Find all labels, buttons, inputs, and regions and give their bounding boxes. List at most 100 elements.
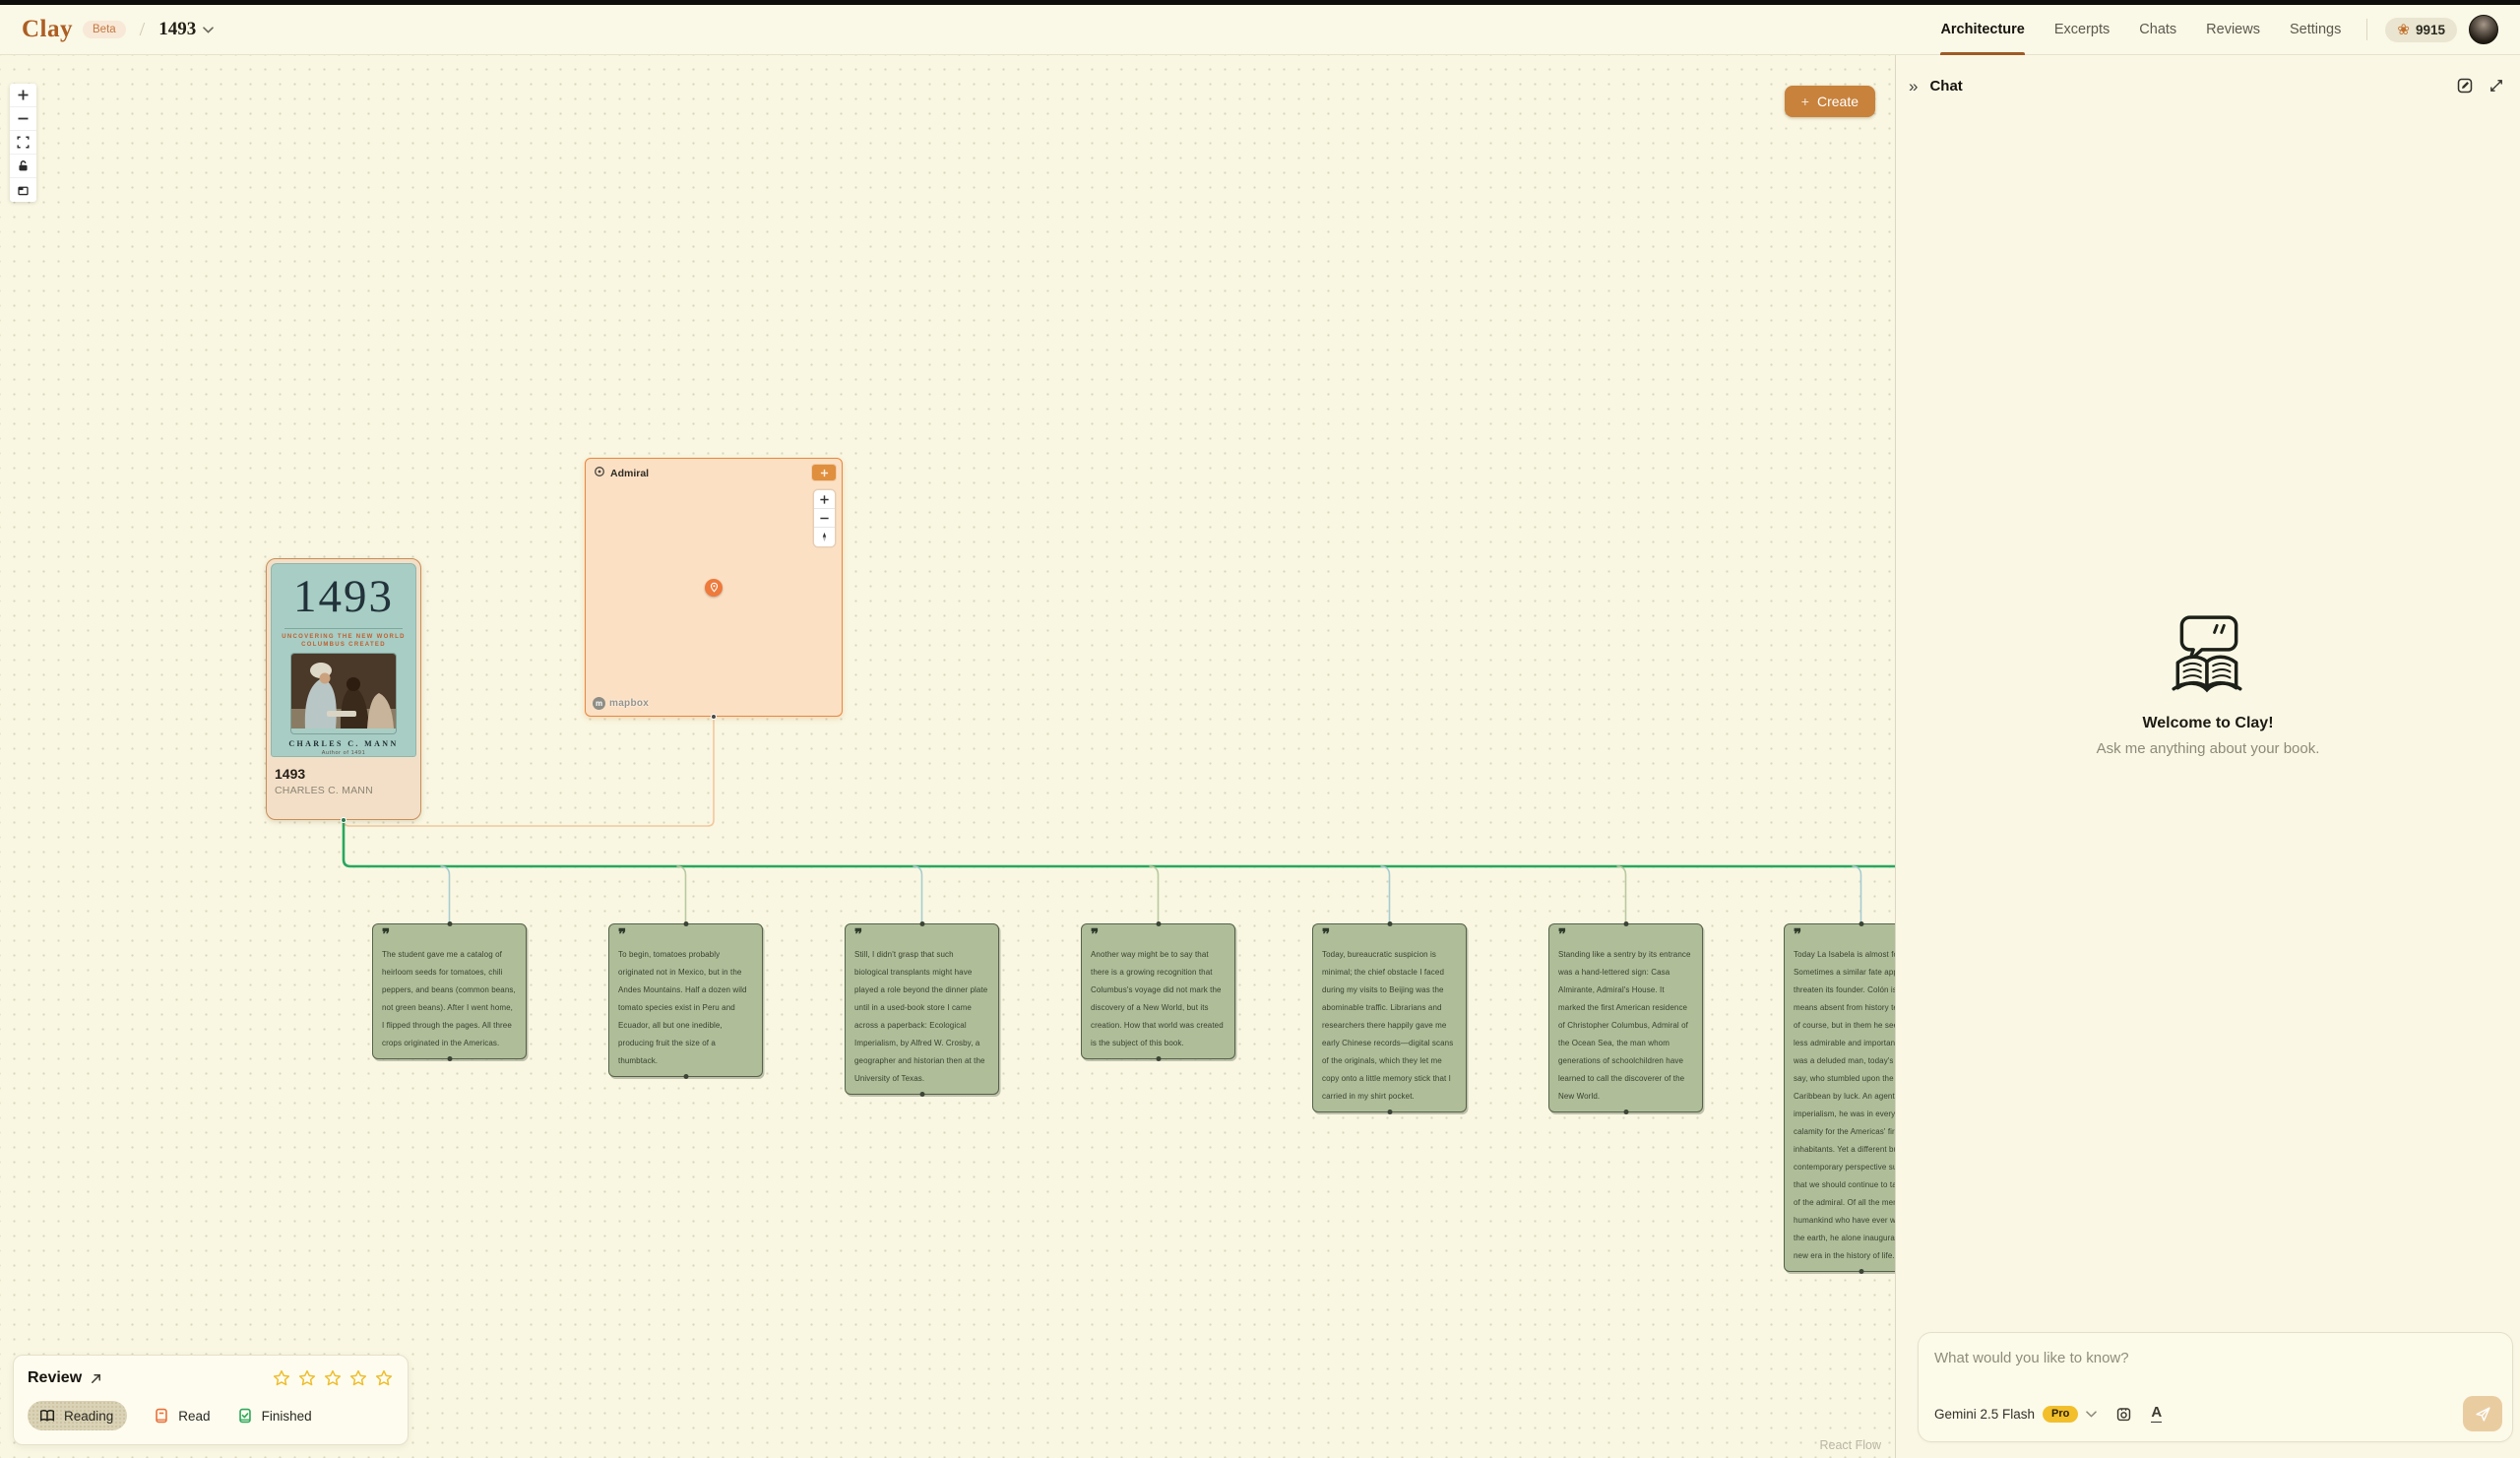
chat-input[interactable] xyxy=(1924,1341,2506,1374)
credits-badge[interactable]: ❀ 9915 xyxy=(2385,18,2457,42)
open-book-icon xyxy=(38,1407,56,1425)
status-read-button[interactable]: Read xyxy=(153,1407,210,1425)
book-cover-title: 1493 xyxy=(293,574,394,620)
book-node-title: 1493 xyxy=(275,766,412,782)
chat-input-box: Gemini 2.5 Flash Pro A xyxy=(1918,1332,2513,1442)
tab-architecture[interactable]: Architecture xyxy=(1940,5,2024,54)
tab-chats[interactable]: Chats xyxy=(2139,5,2176,54)
book-cover: 1493 UNCOVERING THE NEW WORLD COLUMBUS C… xyxy=(271,563,416,757)
model-pro-badge: Pro xyxy=(2043,1406,2078,1423)
edge-to-quote-2 xyxy=(677,866,686,923)
map-node-admiral[interactable]: Admiral m mapbox xyxy=(585,458,843,717)
edge-book-trunk xyxy=(344,819,1896,866)
external-link-icon[interactable] xyxy=(90,1372,102,1385)
map-zoom-out-button[interactable] xyxy=(814,509,835,528)
fit-view-button[interactable] xyxy=(10,131,36,155)
map-node-label: Admiral xyxy=(610,468,649,479)
mapbox-logo-icon: m xyxy=(593,697,605,710)
model-name: Gemini 2.5 Flash xyxy=(1934,1407,2035,1422)
quote-icon: ❞ xyxy=(1091,930,1226,941)
edge-to-quote-3 xyxy=(914,866,922,923)
book-cover-painting xyxy=(291,654,396,733)
main-nav: Architecture Excerpts Chats Reviews Sett… xyxy=(1940,5,2341,54)
quote-icon: ❞ xyxy=(382,930,517,941)
quote-node[interactable]: ❞Another way might be to say that there … xyxy=(1081,923,1235,1059)
minimap-button[interactable] xyxy=(10,178,36,202)
star-icon[interactable] xyxy=(374,1368,394,1388)
edge-to-quote-4 xyxy=(1150,866,1159,923)
app-header: Clay Beta / 1493 Architecture Excerpts C… xyxy=(0,5,2520,55)
quote-text: The student gave me a catalog of heirloo… xyxy=(382,950,516,1047)
location-target-icon xyxy=(594,466,605,480)
breadcrumb-book-title: 1493 xyxy=(158,19,196,40)
send-icon xyxy=(2475,1406,2491,1423)
map-compass-button[interactable] xyxy=(814,528,835,546)
quote-icon: ❞ xyxy=(618,930,753,941)
cover-divider xyxy=(284,628,403,629)
welcome-title: Welcome to Clay! xyxy=(2142,715,2273,732)
map-node-handle[interactable] xyxy=(711,714,717,720)
plus-icon: + xyxy=(1801,94,1809,109)
send-button[interactable] xyxy=(2463,1396,2502,1431)
book-cover-subtitle: UNCOVERING THE NEW WORLD COLUMBUS CREATE… xyxy=(282,633,406,649)
text-style-icon[interactable]: A xyxy=(2151,1405,2162,1423)
status-reading-label: Reading xyxy=(64,1409,113,1424)
quote-node[interactable]: ❞ Today La Isabela is almost forgotten. S… xyxy=(1784,923,1896,1272)
header-divider xyxy=(2366,19,2367,40)
zoom-out-button[interactable] xyxy=(10,107,36,131)
clay-logo[interactable]: Clay xyxy=(22,16,73,43)
react-flow-attribution[interactable]: React Flow xyxy=(1819,1438,1881,1452)
zoom-in-button[interactable] xyxy=(10,84,36,107)
collapse-panel-icon[interactable]: » xyxy=(1909,78,1918,95)
tab-settings[interactable]: Settings xyxy=(2290,5,2341,54)
map-zoom-in-button[interactable] xyxy=(814,490,835,509)
quote-text: Standing like a sentry by its entrance w… xyxy=(1558,950,1691,1101)
book-minus-icon xyxy=(153,1407,170,1425)
map-pin-marker[interactable] xyxy=(705,579,723,597)
tab-excerpts[interactable]: Excerpts xyxy=(2054,5,2110,54)
quote-icon: ❞ xyxy=(1794,930,1896,941)
flow-canvas[interactable]: + Create Admiral xyxy=(0,55,1896,1458)
book-cover-note: Author of 1491 xyxy=(322,750,365,756)
star-rating xyxy=(272,1368,394,1388)
status-finished-label: Finished xyxy=(262,1409,312,1424)
quote-icon: ❞ xyxy=(854,930,989,941)
quote-node[interactable]: ❞Today, bureaucratic suspicion is minima… xyxy=(1312,923,1467,1112)
review-panel: Review Reading Read xyxy=(13,1355,409,1445)
quote-node[interactable]: ❞Still, I didn't grasp that such biologi… xyxy=(845,923,999,1095)
mapbox-attribution[interactable]: m mapbox xyxy=(593,697,649,710)
new-chat-icon[interactable] xyxy=(2456,77,2474,95)
canvas-controls xyxy=(10,84,36,202)
expand-panel-icon[interactable] xyxy=(2488,78,2504,94)
node-expand-button[interactable] xyxy=(811,464,837,481)
edge-to-quote-7 xyxy=(1853,866,1861,923)
book-node-handle[interactable] xyxy=(341,817,346,823)
book-chat-illustration xyxy=(2159,612,2257,699)
quote-node[interactable]: ❞ Standing like a sentry by its entrance … xyxy=(1548,923,1703,1112)
status-read-label: Read xyxy=(178,1409,210,1424)
book-node-1493[interactable]: 1493 UNCOVERING THE NEW WORLD COLUMBUS C… xyxy=(266,558,421,820)
attach-image-icon[interactable] xyxy=(2115,1406,2132,1423)
star-icon[interactable] xyxy=(272,1368,291,1388)
credits-count: 9915 xyxy=(2416,23,2445,37)
status-finished-button[interactable]: Finished xyxy=(236,1407,312,1425)
star-icon[interactable] xyxy=(323,1368,343,1388)
tab-reviews[interactable]: Reviews xyxy=(2206,5,2260,54)
quote-node[interactable]: ❞ The student gave me a catalog of heirlo… xyxy=(372,923,527,1059)
quote-node[interactable]: ❞To begin, tomatoes probably originated … xyxy=(608,923,763,1077)
quote-icon: ❞ xyxy=(1558,930,1693,941)
map-node-header: Admiral xyxy=(594,466,649,480)
quote-text: Today, bureaucratic suspicion is minimal… xyxy=(1322,950,1453,1101)
star-icon[interactable] xyxy=(348,1368,368,1388)
flower-icon: ❀ xyxy=(2397,23,2410,37)
create-button[interactable]: + Create xyxy=(1785,86,1875,117)
welcome-subtitle: Ask me anything about your book. xyxy=(2097,740,2320,757)
edge-to-quote-5 xyxy=(1381,866,1390,923)
model-selector[interactable]: Gemini 2.5 Flash Pro xyxy=(1934,1406,2097,1423)
avatar[interactable] xyxy=(2469,15,2498,44)
lock-button[interactable] xyxy=(10,155,36,178)
breadcrumb[interactable]: 1493 xyxy=(158,19,214,40)
status-reading-button[interactable]: Reading xyxy=(28,1401,127,1430)
star-icon[interactable] xyxy=(297,1368,317,1388)
quote-text: Today La Isabela is almost forgotten. So… xyxy=(1794,950,1896,1260)
